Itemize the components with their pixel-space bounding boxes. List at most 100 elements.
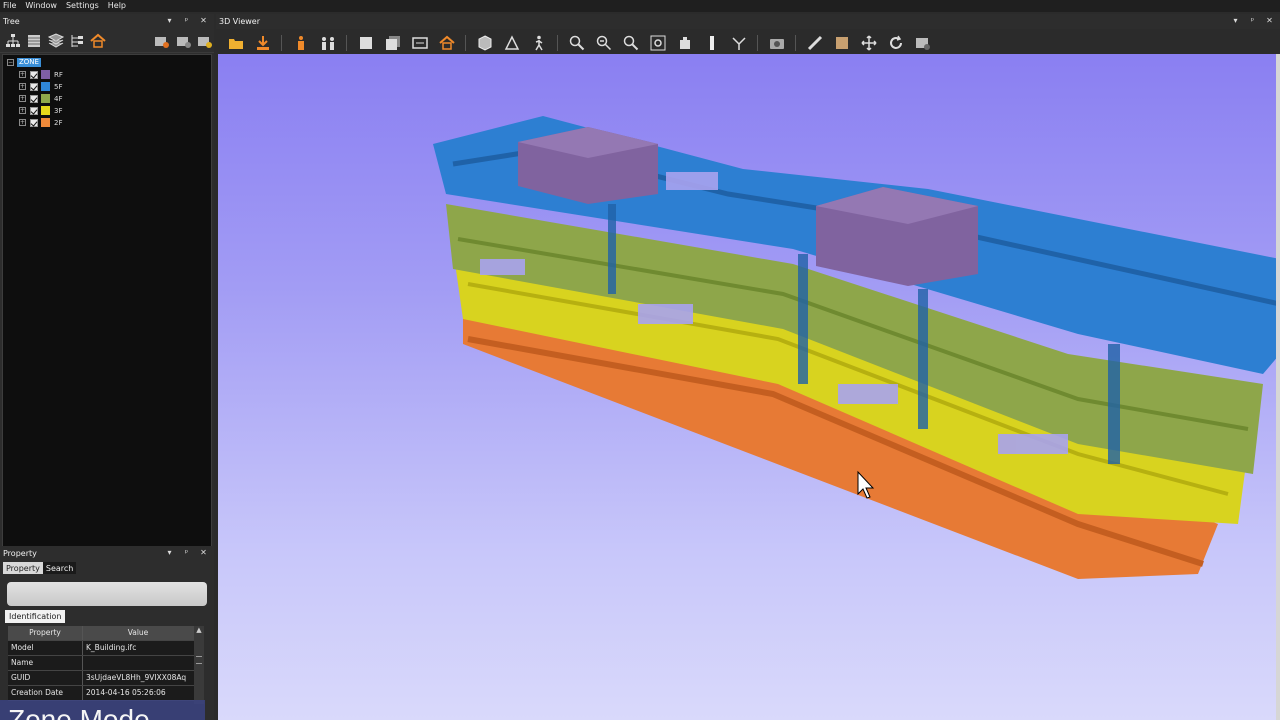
collapse-icon[interactable]: − <box>7 59 14 66</box>
visibility-checkbox[interactable] <box>30 82 38 91</box>
walk-icon[interactable] <box>528 34 549 52</box>
value-cell: K_Building.ifc <box>86 643 137 652</box>
visibility-checkbox[interactable] <box>30 94 38 103</box>
pin-icon[interactable]: ᵖ <box>1248 16 1257 26</box>
property-table: Property Value Model K_Building.ifc Name… <box>8 626 204 704</box>
visibility-checkbox[interactable] <box>30 70 38 79</box>
property-tabs: Property Search <box>3 562 77 574</box>
tree-item-2f[interactable]: + 2F <box>19 117 62 128</box>
save-download-icon[interactable] <box>252 34 273 52</box>
left-dock: Tree ▾ ᵖ ✕ − ZONE + RF + 5F + 4F + 3F + … <box>0 14 214 720</box>
zoom-in-icon[interactable] <box>566 34 587 52</box>
properties-icon[interactable] <box>912 34 933 52</box>
toolbar-separator <box>795 34 796 51</box>
pan-icon[interactable] <box>858 34 879 52</box>
camera-settings-icon[interactable] <box>175 32 192 50</box>
fit-window-icon[interactable] <box>409 34 430 52</box>
property-cell: GUID <box>8 671 83 685</box>
identification-tab[interactable]: Identification <box>5 610 66 623</box>
viewer-header: 3D Viewer ▾ ᵖ ✕ <box>216 14 1280 29</box>
visibility-checkbox[interactable] <box>30 118 38 127</box>
hierarchy-icon[interactable] <box>4 32 21 50</box>
camera-view-icon[interactable] <box>197 32 214 50</box>
close-icon[interactable]: ✕ <box>199 548 208 558</box>
zone-house-icon[interactable] <box>436 34 457 52</box>
menu-bar: File Window Settings Help <box>0 0 1280 12</box>
tab-search[interactable]: Search <box>42 562 77 574</box>
close-icon[interactable]: ✕ <box>1265 16 1274 26</box>
tree-root-zone[interactable]: − ZONE <box>7 58 41 67</box>
zone-label[interactable]: 5F <box>54 83 62 91</box>
rotate-icon[interactable] <box>885 34 906 52</box>
zone-color-swatch <box>41 70 50 79</box>
table-row[interactable]: Creation Date 2014-04-16 05:26:06 <box>8 686 204 701</box>
zoom-out-icon[interactable] <box>593 34 614 52</box>
tree-item-5f[interactable]: + 5F <box>19 81 62 92</box>
zone-label[interactable]: RF <box>54 71 63 79</box>
dropdown-icon[interactable]: ▾ <box>165 16 174 26</box>
scroll-up-icon[interactable]: ▲ <box>194 626 204 636</box>
zone-color-swatch <box>41 106 50 115</box>
measure-icon[interactable] <box>804 34 825 52</box>
selection-name-field[interactable] <box>7 582 207 606</box>
section-icon[interactable] <box>674 34 695 52</box>
table-header: Property Value <box>8 626 204 641</box>
perspective-icon[interactable] <box>501 34 522 52</box>
expand-icon[interactable]: + <box>19 71 26 78</box>
visibility-checkbox[interactable] <box>30 106 38 115</box>
table-row[interactable]: Name <box>8 656 204 671</box>
tree-item-3f[interactable]: + 3F <box>19 105 62 116</box>
cube-icon[interactable] <box>474 34 495 52</box>
table-scrollbar[interactable]: ▲ <box>194 626 204 704</box>
open-folder-icon[interactable] <box>225 34 246 52</box>
dropdown-icon[interactable]: ▾ <box>1231 16 1240 26</box>
fly-icon[interactable] <box>728 34 749 52</box>
menu-help[interactable]: Help <box>108 0 126 12</box>
list-icon[interactable] <box>25 32 42 50</box>
pin-icon[interactable]: ᵖ <box>182 548 191 558</box>
expand-icon[interactable]: + <box>19 107 26 114</box>
caption-text: Zone Mode <box>8 704 150 720</box>
expand-icon[interactable]: + <box>19 83 26 90</box>
pin-icon[interactable]: ᵖ <box>182 16 191 26</box>
table-row[interactable]: Model K_Building.ifc <box>8 641 204 656</box>
scroll-grip[interactable] <box>196 656 202 664</box>
menu-settings[interactable]: Settings <box>66 0 99 12</box>
table-row[interactable]: GUID 3sUjdaeVL8Hh_9VIXX08Aq <box>8 671 204 686</box>
zone-color-swatch <box>41 94 50 103</box>
column-header-property[interactable]: Property <box>8 626 83 640</box>
tree-root-label[interactable]: ZONE <box>17 58 41 67</box>
group-icon[interactable] <box>317 34 338 52</box>
people-icon[interactable] <box>290 34 311 52</box>
zoom-select-icon[interactable] <box>620 34 641 52</box>
dropdown-icon[interactable]: ▾ <box>165 548 174 558</box>
expand-icon[interactable]: + <box>19 119 26 126</box>
column-header-value[interactable]: Value <box>83 626 193 640</box>
tree-panel-header: Tree ▾ ᵖ ✕ <box>0 14 214 29</box>
menu-window[interactable]: Window <box>25 0 57 12</box>
camera-add-icon[interactable] <box>154 32 171 50</box>
window-icon[interactable] <box>355 34 376 52</box>
zone-tree[interactable]: − ZONE + RF + 5F + 4F + 3F + 2F <box>2 54 212 555</box>
zone-label[interactable]: 2F <box>54 119 62 127</box>
close-icon[interactable]: ✕ <box>199 16 208 26</box>
material-icon[interactable] <box>831 34 852 52</box>
zoom-extents-icon[interactable] <box>647 34 668 52</box>
expand-icon[interactable]: + <box>19 95 26 102</box>
snapshot-icon[interactable] <box>766 34 787 52</box>
property-cell: Model <box>8 641 83 655</box>
layers-icon[interactable] <box>47 32 64 50</box>
zone-house-icon[interactable] <box>90 32 107 50</box>
tab-property[interactable]: Property <box>3 562 43 574</box>
toolbar-separator <box>757 34 758 51</box>
tree-item-rf[interactable]: + RF <box>19 69 63 80</box>
3d-viewport[interactable] <box>218 54 1280 720</box>
zone-label[interactable]: 4F <box>54 95 62 103</box>
menu-file[interactable]: File <box>3 0 16 12</box>
window-stack-icon[interactable] <box>382 34 403 52</box>
zone-label[interactable]: 3F <box>54 107 62 115</box>
viewport-scrollbar[interactable] <box>1276 54 1280 720</box>
clip-icon[interactable] <box>701 34 722 52</box>
tree-icon[interactable] <box>68 32 85 50</box>
tree-item-4f[interactable]: + 4F <box>19 93 62 104</box>
